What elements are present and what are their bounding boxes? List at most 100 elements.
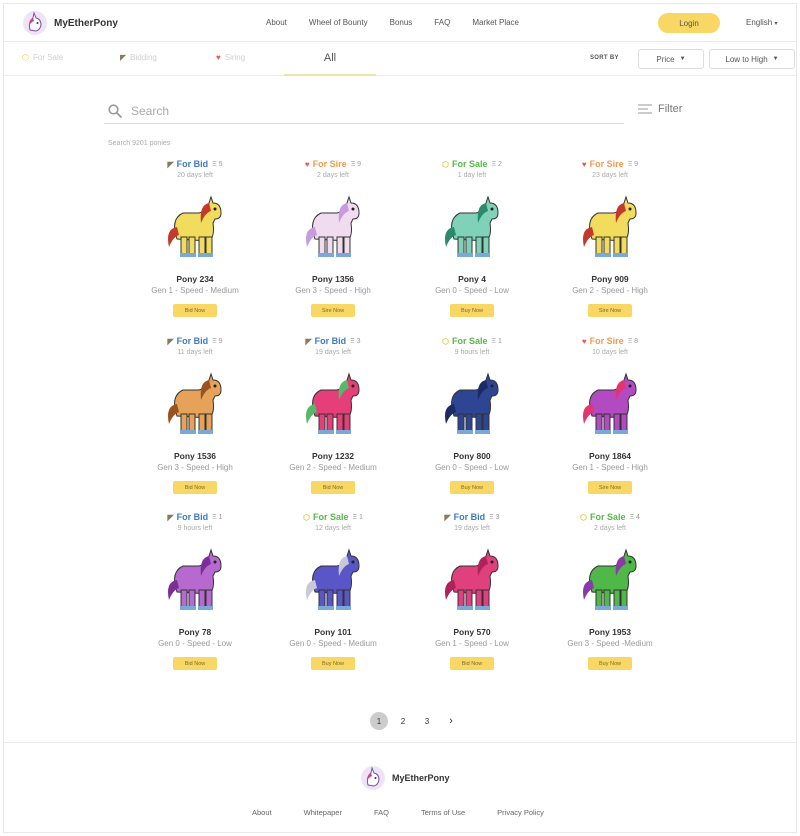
pony-card[interactable]: ◤ For Bid Ξ 9 11 days left Pony 1536 Gen…	[120, 336, 270, 504]
pony-name: Pony 101	[314, 627, 352, 637]
status-label: For Bid	[453, 512, 486, 522]
search-input[interactable]: Search	[104, 98, 624, 124]
pony-stats: Gen 1 - Speed - High	[572, 463, 648, 472]
action-button[interactable]: Bid Now	[311, 481, 355, 494]
gavel-icon: ◤	[120, 53, 127, 62]
pony-image[interactable]	[570, 366, 650, 446]
footer-brand[interactable]: MyEtherPony	[360, 765, 450, 791]
pony-image[interactable]	[570, 542, 650, 622]
action-button[interactable]: Buy Now	[450, 481, 494, 494]
tab-bidding[interactable]: ◤ Bidding	[120, 53, 157, 62]
footer-link-terms[interactable]: Terms of Use	[421, 808, 465, 817]
action-button[interactable]: Bid Now	[173, 481, 217, 494]
pony-image[interactable]	[293, 189, 373, 269]
language-select[interactable]: English ▾	[746, 18, 778, 27]
result-count: Search 9201 ponies	[108, 140, 171, 147]
page-1-button[interactable]: 1	[370, 712, 388, 730]
caret-down-icon: ▼	[772, 56, 779, 62]
tab-siring[interactable]: ♥ Siring	[216, 53, 245, 62]
pony-image[interactable]	[155, 366, 235, 446]
nav-bonus[interactable]: Bonus	[390, 18, 413, 27]
pony-stats: Gen 1 - Speed - Low	[435, 639, 509, 648]
heart-icon: ♥	[581, 336, 587, 346]
pony-image[interactable]	[293, 542, 373, 622]
pony-name: Pony 4	[458, 274, 486, 284]
filter-button[interactable]: Filter	[638, 103, 682, 115]
pony-stats: Gen 3 - Speed -Medium	[567, 639, 653, 648]
search-icon	[108, 103, 122, 118]
pony-name: Pony 1953	[588, 627, 632, 637]
footer-link-faq[interactable]: FAQ	[374, 808, 389, 817]
pony-name: Pony 800	[453, 451, 491, 461]
caret-down-icon: ▼	[679, 56, 686, 62]
action-button[interactable]: Bid Now	[173, 304, 217, 317]
login-button[interactable]: Login	[658, 13, 720, 33]
pony-image[interactable]	[432, 542, 512, 622]
pony-card[interactable]: ◤ For Bid Ξ 3 19 days left Pony 570 Gen …	[397, 512, 547, 680]
time-left: 1 day left	[457, 172, 487, 179]
top-header: MyEtherPony About Wheel of Bounty Bonus …	[4, 4, 796, 42]
time-left: 19 days left	[315, 349, 351, 356]
next-page-icon[interactable]: ›	[442, 712, 460, 730]
tag-icon: ⬡	[580, 512, 588, 522]
search-row: Search Filter	[104, 98, 704, 124]
nav-market-place[interactable]: Market Place	[472, 18, 519, 27]
pony-card[interactable]: ◤ For Bid Ξ 1 9 hours left Pony 78 Gen 0…	[120, 512, 270, 680]
sort-order-select[interactable]: Low to High ▼	[709, 49, 795, 69]
time-left: 12 days left	[315, 525, 351, 532]
action-button[interactable]: Sire Now	[588, 304, 632, 317]
pony-stats: Gen 2 - Speed - Medium	[289, 463, 377, 472]
page-2-button[interactable]: 2	[394, 712, 412, 730]
nav-faq[interactable]: FAQ	[434, 18, 450, 27]
gavel-icon: ◤	[167, 336, 174, 346]
page-3-button[interactable]: 3	[418, 712, 436, 730]
time-left: 11 days left	[177, 349, 213, 356]
pony-image[interactable]	[570, 189, 650, 269]
tag-icon: ⬡	[442, 159, 450, 169]
nav-wheel-of-bounty[interactable]: Wheel of Bounty	[309, 18, 368, 27]
pony-card[interactable]: ◤ For Bid Ξ 5 20 days left Pony 234 Gen …	[120, 159, 270, 327]
action-button[interactable]: Buy Now	[588, 657, 632, 670]
pony-stats: Gen 1 - Speed - Medium	[151, 286, 239, 295]
footer-link-whitepaper[interactable]: Whitepaper	[304, 808, 342, 817]
pony-card[interactable]: ⬡ For Sale Ξ 1 9 hours left Pony 800 Gen…	[397, 336, 547, 504]
pony-image[interactable]	[432, 366, 512, 446]
pony-card[interactable]: ⬡ For Sale Ξ 4 2 days left Pony 1953 Gen…	[535, 512, 685, 680]
tab-for-sale[interactable]: ⬡ For Sale	[22, 53, 63, 62]
status-label: For Sale	[313, 512, 349, 522]
time-left: 23 days left	[592, 172, 628, 179]
pony-image[interactable]	[432, 189, 512, 269]
sort-order-value: Low to High	[725, 54, 768, 64]
sort-by-label: SORT BY	[590, 55, 619, 61]
footer-link-about[interactable]: About	[252, 808, 272, 817]
listing-status: ⬡ For Sale Ξ 4	[535, 512, 685, 522]
heart-icon: ♥	[581, 159, 587, 169]
pony-card[interactable]: ⬡ For Sale Ξ 2 1 day left Pony 4 Gen 0 -…	[397, 159, 547, 327]
status-label: For Bid	[176, 512, 209, 522]
pony-card[interactable]: ⬡ For Sale Ξ 1 12 days left Pony 101 Gen…	[258, 512, 408, 680]
brand[interactable]: MyEtherPony	[22, 10, 118, 36]
sort-field-select[interactable]: Price ▼	[638, 49, 704, 69]
footer-link-privacy[interactable]: Privacy Policy	[497, 808, 544, 817]
status-label: For Bid	[176, 159, 209, 169]
pony-image[interactable]	[155, 189, 235, 269]
action-button[interactable]: Sire Now	[311, 304, 355, 317]
action-button[interactable]: Buy Now	[311, 657, 355, 670]
pony-image[interactable]	[293, 366, 373, 446]
tab-all[interactable]: All	[284, 42, 376, 76]
eth-price: Ξ 8	[627, 337, 639, 345]
action-button[interactable]: Bid Now	[173, 657, 217, 670]
pony-card[interactable]: ◤ For Bid Ξ 3 19 days left Pony 1232 Gen…	[258, 336, 408, 504]
pony-card[interactable]: ♥ For Sire Ξ 8 10 days left Pony 1864 Ge…	[535, 336, 685, 504]
pony-image[interactable]	[155, 542, 235, 622]
pony-card[interactable]: ♥ For Sire Ξ 9 23 days left Pony 909 Gen…	[535, 159, 685, 327]
time-left: 9 hours left	[177, 525, 213, 532]
nav-about[interactable]: About	[266, 18, 287, 27]
main-nav: About Wheel of Bounty Bonus FAQ Market P…	[266, 18, 541, 27]
listing-status: ◤ For Bid Ξ 3	[258, 336, 408, 346]
action-button[interactable]: Buy Now	[450, 304, 494, 317]
pony-card[interactable]: ♥ For Sire Ξ 9 2 days left Pony 1356 Gen…	[258, 159, 408, 327]
pony-name: Pony 570	[453, 627, 491, 637]
action-button[interactable]: Sire Now	[588, 481, 632, 494]
action-button[interactable]: Bid Now	[450, 657, 494, 670]
